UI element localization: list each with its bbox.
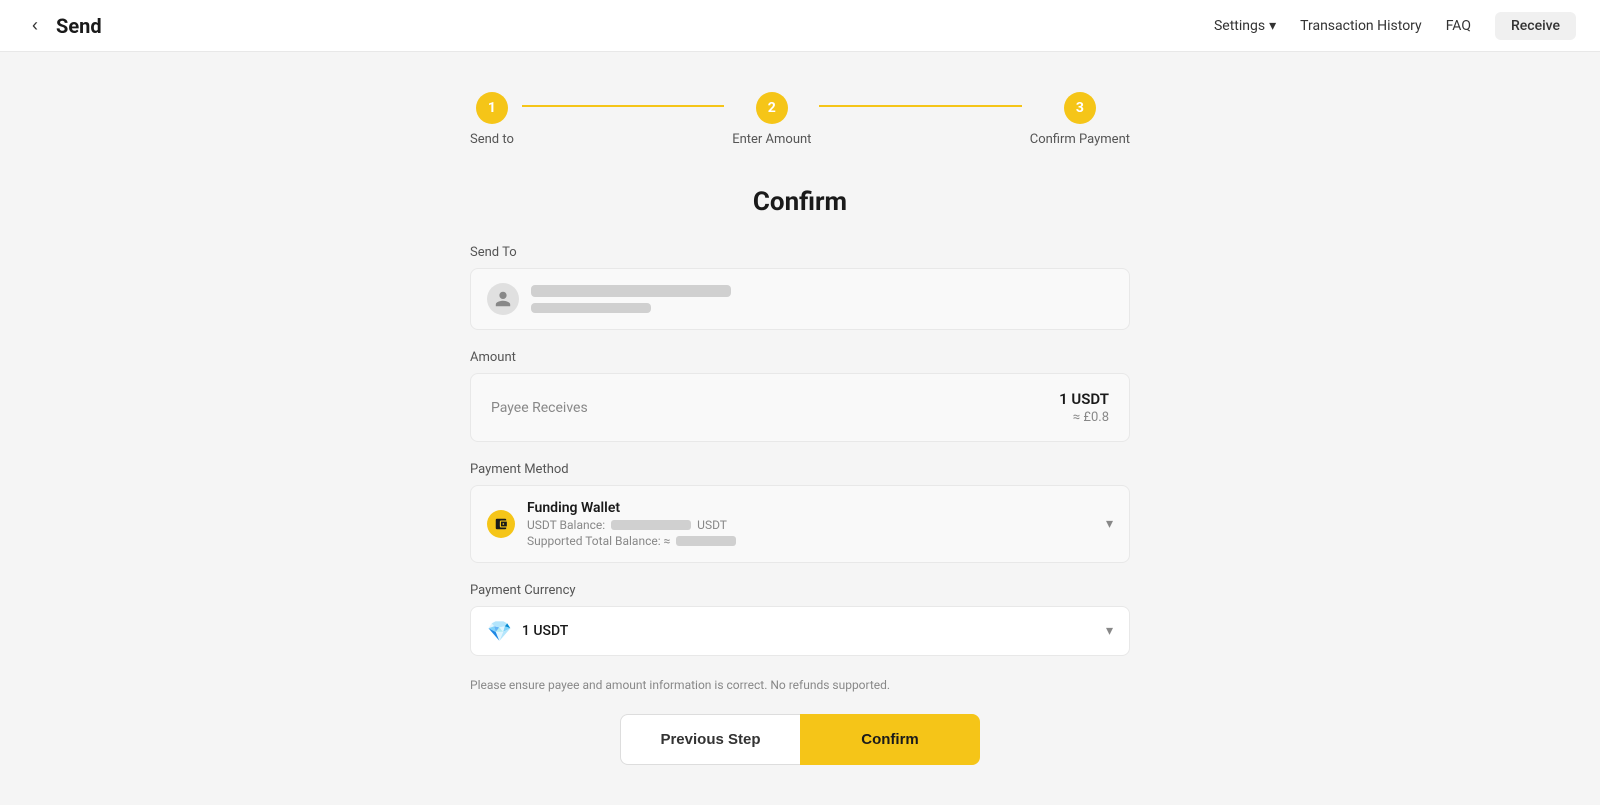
step-3: 3 Confirm Payment [1030, 92, 1130, 147]
currency-gem-icon: 💎 [487, 619, 512, 643]
amount-fiat: ≈ £0.8 [1059, 410, 1109, 425]
main-content: 1 Send to 2 Enter Amount 3 Confirm Payme… [450, 52, 1150, 805]
step-2-label: Enter Amount [732, 132, 811, 147]
stepper: 1 Send to 2 Enter Amount 3 Confirm Payme… [470, 92, 1130, 147]
confirm-button[interactable]: Confirm [800, 714, 980, 765]
header-left: ‹ Send [24, 11, 102, 40]
wallet-info: Funding Wallet USDT Balance: USDT Suppor… [527, 500, 736, 548]
recipient-avatar [487, 283, 519, 315]
recipient-box [470, 268, 1130, 330]
payment-method-left: Funding Wallet USDT Balance: USDT Suppor… [487, 500, 736, 548]
amount-values: 1 USDT ≈ £0.8 [1059, 390, 1109, 425]
currency-dropdown-arrow: ▾ [1106, 623, 1113, 639]
payment-currency-select[interactable]: 💎 1 USDT ▾ [470, 606, 1130, 656]
recipient-sub-blurred [531, 303, 651, 313]
settings-nav-item[interactable]: Settings ▾ [1214, 18, 1276, 34]
payment-method-section: Payment Method Funding Wallet USDT Balan… [470, 462, 1130, 563]
wallet-balance-blurred [611, 520, 691, 530]
step-3-circle: 3 [1064, 92, 1096, 124]
step-3-label: Confirm Payment [1030, 132, 1130, 147]
payment-currency-label: Payment Currency [470, 583, 1130, 598]
wallet-icon [487, 510, 515, 538]
amount-label: Amount [470, 350, 1130, 365]
step-1-label: Send to [470, 132, 514, 147]
back-button[interactable]: ‹ [24, 11, 46, 40]
payment-method-dropdown-arrow: ▾ [1106, 516, 1113, 532]
back-icon: ‹ [32, 15, 38, 35]
footer-buttons: Previous Step Confirm [470, 714, 1130, 765]
step-2-circle: 2 [756, 92, 788, 124]
amount-usdt: 1 USDT [1059, 390, 1109, 408]
wallet-balance: USDT Balance: USDT [527, 518, 736, 532]
step-line-1-2 [522, 105, 724, 107]
recipient-address-blurred [531, 285, 731, 297]
receive-button[interactable]: Receive [1495, 12, 1576, 40]
step-2: 2 Enter Amount [732, 92, 811, 147]
wallet-supported-balance: Supported Total Balance: ≈ [527, 534, 736, 548]
warning-text: Please ensure payee and amount informati… [470, 676, 1130, 694]
wallet-supported-label: Supported Total Balance: ≈ [527, 534, 670, 548]
send-to-section: Send To [470, 245, 1130, 330]
step-1: 1 Send to [470, 92, 514, 147]
amount-section: Amount Payee Receives 1 USDT ≈ £0.8 [470, 350, 1130, 442]
page-title: Send [56, 14, 102, 38]
wallet-supported-blurred [676, 536, 736, 546]
wallet-name: Funding Wallet [527, 500, 736, 516]
settings-chevron-icon: ▾ [1269, 18, 1276, 34]
payment-method-label: Payment Method [470, 462, 1130, 477]
currency-value: 1 USDT [522, 623, 568, 639]
confirm-title: Confirm [470, 187, 1130, 217]
payee-receives-label: Payee Receives [491, 400, 588, 416]
recipient-info [531, 285, 731, 313]
payment-method-box[interactable]: Funding Wallet USDT Balance: USDT Suppor… [470, 485, 1130, 563]
step-line-2-3 [819, 105, 1021, 107]
faq-nav-item[interactable]: FAQ [1446, 18, 1471, 34]
wallet-balance-label: USDT Balance: [527, 518, 605, 532]
wallet-balance-unit: USDT [697, 518, 727, 532]
header: ‹ Send Settings ▾ Transaction History FA… [0, 0, 1600, 52]
payment-currency-section: Payment Currency 💎 1 USDT ▾ [470, 583, 1130, 656]
send-to-label: Send To [470, 245, 1130, 260]
currency-left: 💎 1 USDT [487, 619, 568, 643]
header-nav: Settings ▾ Transaction History FAQ Recei… [1214, 12, 1576, 40]
settings-label: Settings [1214, 18, 1265, 34]
step-1-circle: 1 [476, 92, 508, 124]
transaction-history-nav-item[interactable]: Transaction History [1300, 18, 1422, 34]
previous-step-button[interactable]: Previous Step [620, 714, 800, 765]
amount-box: Payee Receives 1 USDT ≈ £0.8 [470, 373, 1130, 442]
